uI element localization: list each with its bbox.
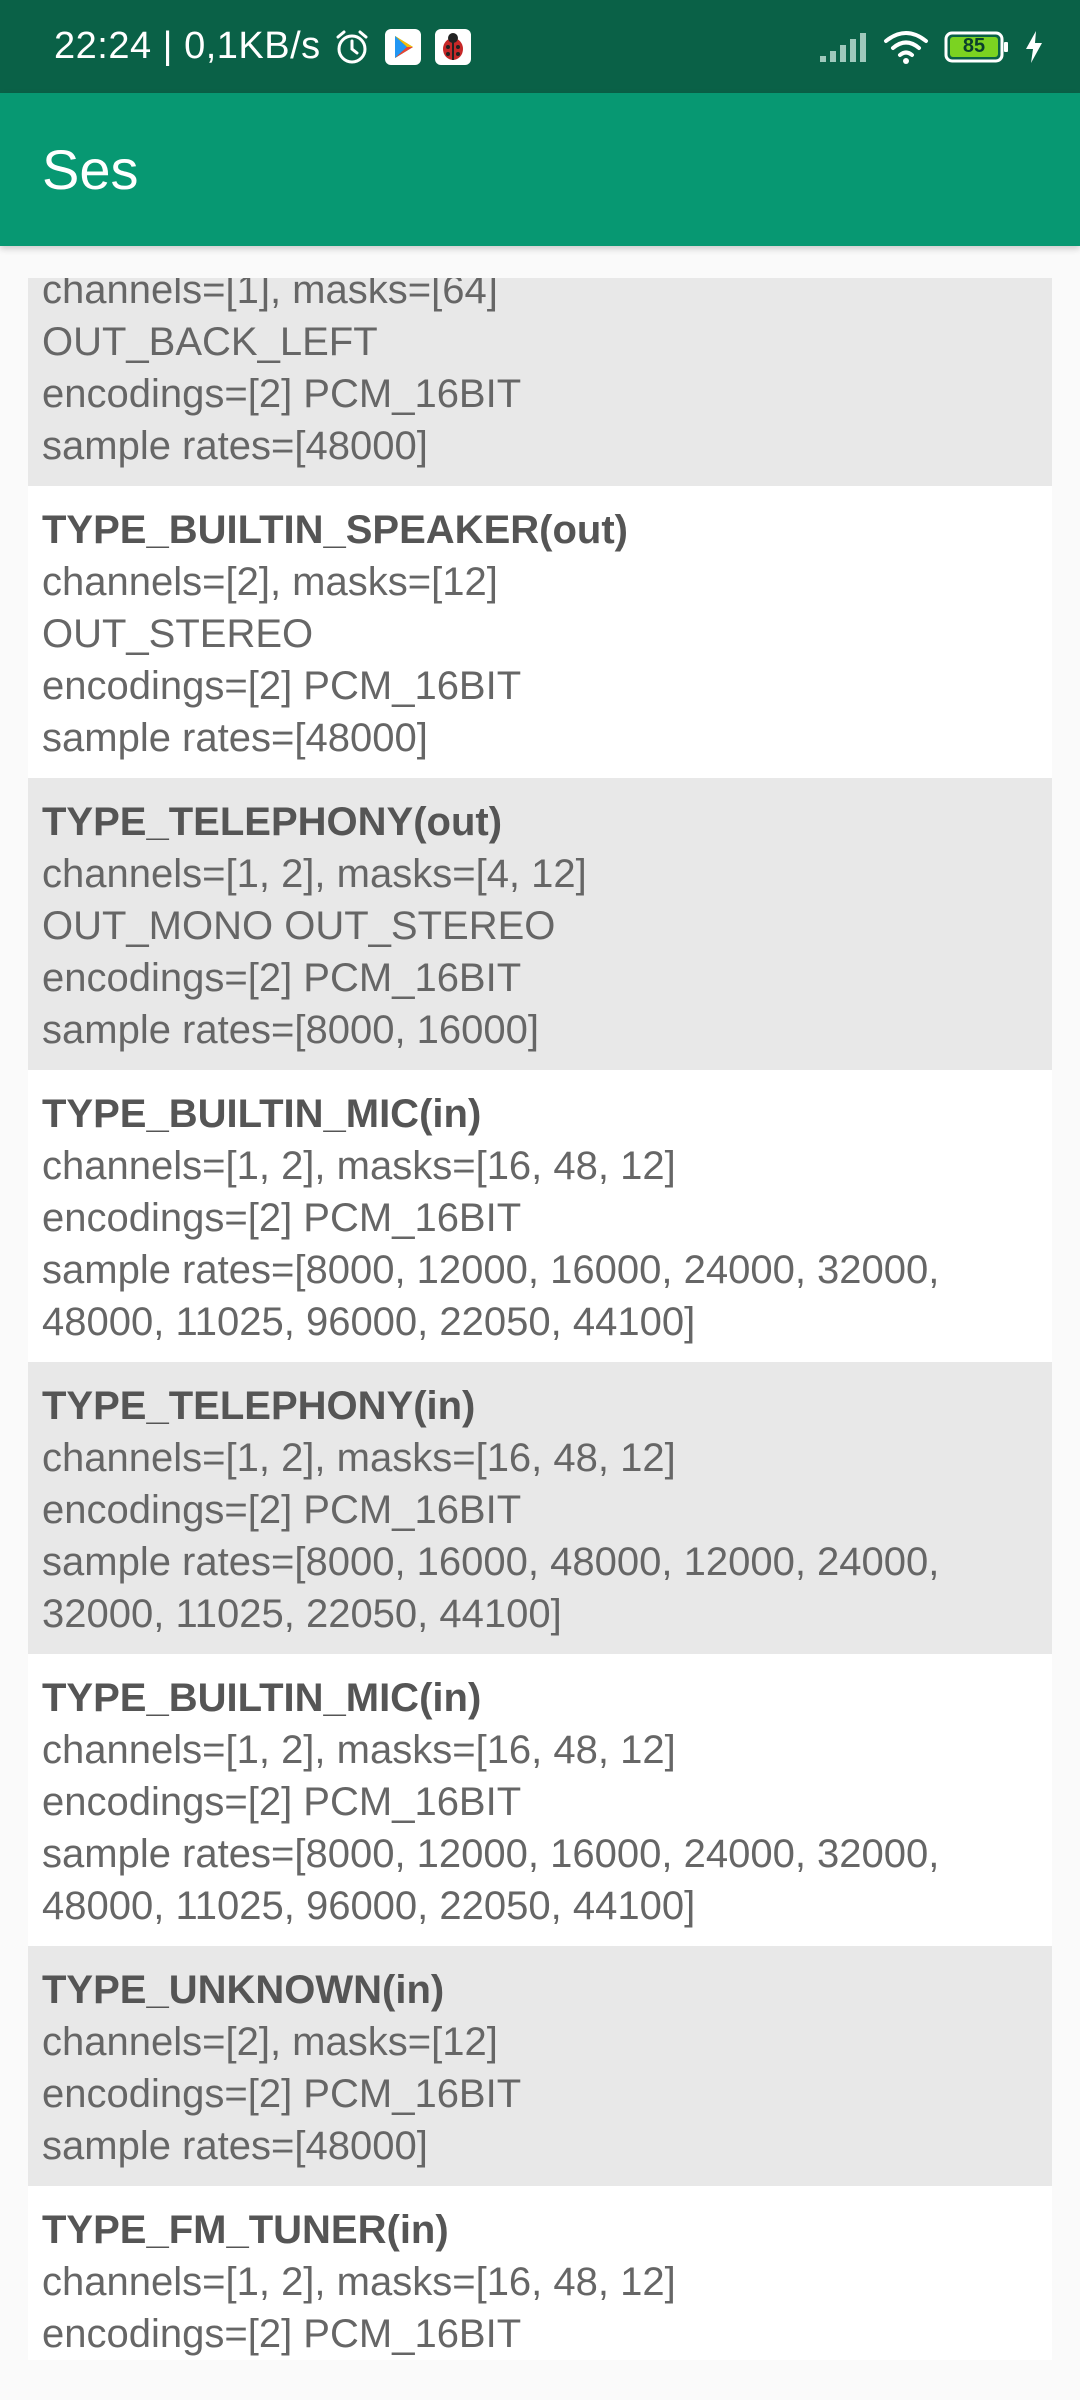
device-detail-line: encodings=[2] PCM_16BIT <box>42 2312 522 2356</box>
wifi-icon <box>882 29 930 65</box>
signal-icon <box>818 30 868 64</box>
device-detail-line: sample rates=[8000, 16000] <box>42 1008 540 1052</box>
device-detail-line: 48000, 11025, 96000, 22050, 44100] <box>42 1884 696 1928</box>
device-detail-line: sample rates=[8000, 16000, 48000, 12000,… <box>42 1540 940 1584</box>
charging-icon <box>1024 30 1044 64</box>
list-item[interactable]: TYPE_BUILTIN_MIC(in) channels=[1, 2], mas… <box>28 1070 1052 1362</box>
device-detail-line: sample rates=[8000, 12000, 16000, 24000,… <box>42 1832 940 1876</box>
list-item[interactable]: TYPE_TELEPHONY(in) channels=[1, 2], masks… <box>28 1362 1052 1654</box>
device-detail-line: sample rates=[48000] <box>42 424 428 468</box>
status-bar: 22:24 | 0,1KB/s 85 <box>0 0 1080 93</box>
device-detail-line: OUT_STEREO <box>42 612 314 656</box>
list-item[interactable]: TYPE_BUILTIN_SPEAKER(out) channels=[2], m… <box>28 486 1052 778</box>
device-detail-line: channels=[1, 2], masks=[4, 12] <box>42 852 587 896</box>
device-detail-line: channels=[1, 2], masks=[16, 48, 12] <box>42 1728 676 1772</box>
device-detail-line: 32000, 11025, 22050, 44100] <box>42 1592 562 1636</box>
app-bar: Ses <box>0 93 1080 246</box>
device-detail-line: channels=[2], masks=[12] <box>42 2020 498 2064</box>
device-detail-line: encodings=[2] PCM_16BIT <box>42 956 522 1000</box>
device-type-title: TYPE_BUILTIN_MIC(in) <box>42 1676 482 1720</box>
device-type-title: TYPE_BUILTIN_SPEAKER(out) <box>42 508 628 552</box>
device-detail-line: sample rates=[48000] <box>42 2124 428 2168</box>
device-type-title: TYPE_BUILTIN_MIC(in) <box>42 1092 482 1136</box>
device-detail-line: OUT_BACK_LEFT <box>42 320 378 364</box>
battery-level: 85 <box>962 35 986 57</box>
device-detail-line: encodings=[2] PCM_16BIT <box>42 1196 522 1240</box>
alarm-icon <box>333 28 371 66</box>
device-detail-line: OUT_MONO OUT_STEREO <box>42 904 556 948</box>
device-detail-line: channels=[1, 2], masks=[16, 48, 12] <box>42 1144 676 1188</box>
play-store-icon <box>384 28 421 65</box>
device-type-title: TYPE_FM_TUNER(in) <box>42 2208 449 2252</box>
device-detail-line: channels=[1, 2], masks=[16, 48, 12] <box>42 1436 676 1480</box>
device-detail-line: channels=[1], masks=[64] <box>42 278 498 312</box>
list-item[interactable]: TYPE_BUILTIN_MIC(in) channels=[1, 2], mas… <box>28 1654 1052 1946</box>
battery-icon: 85 <box>944 31 1010 63</box>
device-detail-line: sample rates=[8000, 12000, 16000, 24000,… <box>42 1248 940 1292</box>
device-type-title: TYPE_UNKNOWN(in) <box>42 1968 445 2012</box>
device-detail-line: encodings=[2] PCM_16BIT <box>42 372 522 416</box>
device-detail-line: encodings=[2] PCM_16BIT <box>42 1780 522 1824</box>
list-item[interactable]: channels=[1], masks=[64] OUT_BACK_LEFTenc… <box>28 278 1052 486</box>
device-list[interactable]: channels=[1], masks=[64] OUT_BACK_LEFTenc… <box>28 278 1052 2360</box>
device-detail-line: encodings=[2] PCM_16BIT <box>42 664 522 708</box>
device-type-title: TYPE_TELEPHONY(out) <box>42 800 503 844</box>
ladybug-icon <box>434 28 471 65</box>
device-detail-line: channels=[2], masks=[12] <box>42 560 498 604</box>
device-detail-line: sample rates=[48000] <box>42 716 428 760</box>
device-detail-line: 48000, 11025, 96000, 22050, 44100] <box>42 1300 696 1344</box>
device-list-content: channels=[1], masks=[64] OUT_BACK_LEFTenc… <box>28 278 1052 2360</box>
page-title: Ses <box>42 138 139 201</box>
device-type-title: TYPE_TELEPHONY(in) <box>42 1384 476 1428</box>
list-item[interactable]: TYPE_FM_TUNER(in) channels=[1, 2], masks=… <box>28 2186 1052 2360</box>
list-item[interactable]: TYPE_UNKNOWN(in) channels=[2], masks=[12]… <box>28 1946 1052 2186</box>
device-detail-line: encodings=[2] PCM_16BIT <box>42 2072 522 2116</box>
device-detail-line: encodings=[2] PCM_16BIT <box>42 1488 522 1532</box>
status-time-speed: 22:24 | 0,1KB/s <box>54 25 321 67</box>
device-detail-line: channels=[1, 2], masks=[16, 48, 12] <box>42 2260 676 2304</box>
list-item[interactable]: TYPE_TELEPHONY(out) channels=[1, 2], mask… <box>28 778 1052 1070</box>
